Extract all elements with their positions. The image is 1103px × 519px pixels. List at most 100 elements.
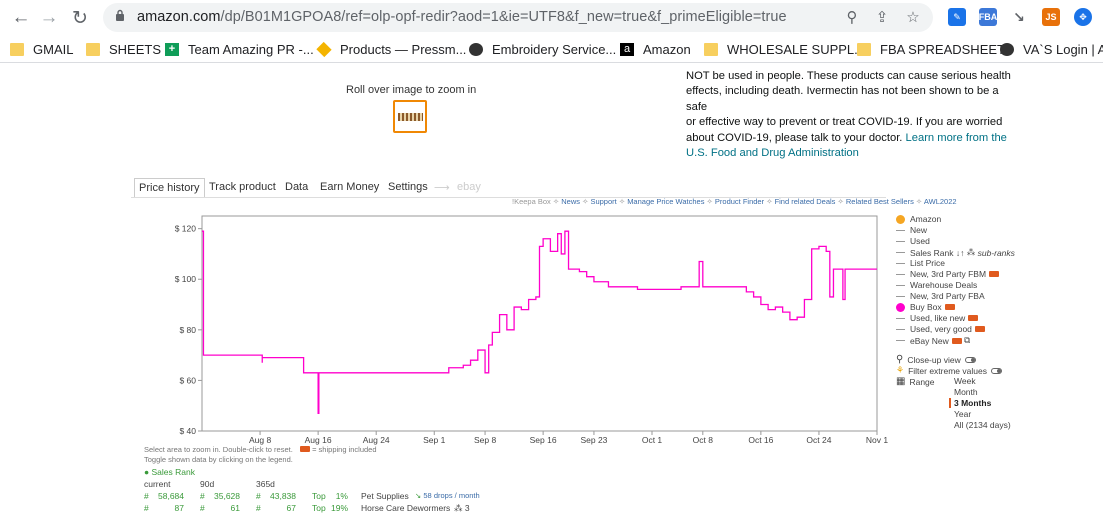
- keepa-box-link[interactable]: !Keepa Box: [512, 197, 551, 206]
- legend-ebay-new[interactable]: eBay New ⧉: [896, 335, 970, 346]
- x-tick-label: Sep 8: [474, 435, 496, 445]
- rank-365d: 67: [286, 503, 296, 513]
- legend-3p-fbm[interactable]: New, 3rd Party FBM: [896, 269, 1000, 279]
- related-deals-link[interactable]: Find related Deals: [775, 197, 836, 206]
- magnifier-icon: ⚲: [896, 354, 904, 365]
- legend-used-very-good[interactable]: Used, very good: [896, 324, 985, 334]
- sub-ranks-label[interactable]: sub-ranks: [978, 248, 1015, 258]
- product-thumbnail[interactable]: [393, 100, 427, 133]
- extension-arrow-icon[interactable]: ↘: [1010, 8, 1028, 26]
- share-icon[interactable]: ⇪: [873, 8, 891, 26]
- legend-sales-rank[interactable]: Sales Rank ↓↑ ⁂ sub-ranks: [896, 247, 1015, 258]
- truck-icon: [989, 271, 1000, 277]
- y-tick-label: $ 80: [179, 325, 196, 335]
- url-domain: amazon.com: [137, 9, 221, 25]
- tab-data[interactable]: Data: [285, 181, 308, 193]
- tab-settings[interactable]: Settings: [388, 181, 428, 193]
- toggle-footnote: Toggle shown data by clicking on the leg…: [144, 455, 293, 464]
- bookmark-label: VA`S Login | AW: [1023, 41, 1103, 57]
- bookmark-label: FBA SPREADSHEET: [880, 41, 1005, 57]
- best-sellers-link[interactable]: Related Best Sellers: [846, 197, 914, 206]
- legend-amazon[interactable]: Amazon: [896, 214, 941, 224]
- legend-used-like-new[interactable]: Used, like new: [896, 313, 979, 323]
- lock-icon: [116, 9, 124, 21]
- legend-label: eBay New: [910, 335, 949, 346]
- sales-rank-title[interactable]: ● Sales Rank: [144, 467, 195, 477]
- legend-label: Sales Rank: [910, 247, 954, 258]
- toggle-icon[interactable]: [990, 367, 1002, 374]
- bookmark-wholesale[interactable]: WHOLESALE SUPPL...: [704, 40, 865, 58]
- bookmark-products[interactable]: Products — Pressm...: [316, 40, 466, 58]
- bookmark-fba-spreadsheet[interactable]: FBA SPREADSHEET: [857, 40, 1005, 58]
- warning-line: NOT be used in people. These products ca…: [686, 70, 1011, 82]
- bookmark-label: Team Amazing PR -...: [188, 41, 314, 57]
- dash-icon: [896, 328, 905, 330]
- range-3-months[interactable]: 3 Months: [949, 398, 991, 408]
- toggle-icon[interactable]: [964, 356, 976, 363]
- bookmark-sheets[interactable]: SHEETS: [86, 40, 161, 58]
- forward-arrow-icon[interactable]: →: [37, 6, 61, 30]
- rank-current: 58,684: [158, 491, 184, 501]
- reload-icon[interactable]: ↻: [68, 6, 92, 30]
- fda-link[interactable]: U.S. Food and Drug Administration: [686, 147, 859, 159]
- x-tick-label: Oct 24: [806, 435, 831, 445]
- diamond-icon: [316, 41, 332, 57]
- tab-track-product[interactable]: Track product: [209, 181, 276, 193]
- tab-earn-money[interactable]: Earn Money: [320, 181, 379, 193]
- price-watches-link[interactable]: Manage Price Watches: [627, 197, 704, 206]
- closeup-view-toggle[interactable]: ⚲ Close-up view: [896, 354, 976, 365]
- dash-icon: [896, 240, 905, 242]
- bookmark-star-icon[interactable]: ☆: [904, 8, 922, 26]
- bookmark-embroidery[interactable]: Embroidery Service...: [469, 40, 616, 58]
- range-week[interactable]: Week: [954, 376, 976, 386]
- x-tick-label: Oct 8: [693, 435, 714, 445]
- x-tick-label: Aug 24: [363, 435, 390, 445]
- bookmark-team-amazing[interactable]: + Team Amazing PR -...: [165, 40, 314, 58]
- dash-icon: [896, 273, 905, 275]
- legend-3p-fba[interactable]: New, 3rd Party FBA: [896, 291, 985, 301]
- bookmark-label: SHEETS: [109, 41, 162, 57]
- legend-label: New: [910, 225, 928, 235]
- folder-icon: [86, 42, 100, 56]
- address-bar[interactable]: amazon.com/dp/B01M1GPOA8/ref=olp-opf-red…: [103, 3, 933, 32]
- legend-used[interactable]: Used: [896, 236, 930, 246]
- legend-list-price[interactable]: List Price: [896, 258, 945, 268]
- bookmark-amazon[interactable]: a Amazon: [620, 40, 691, 58]
- zoom-footnote: Select area to zoom in. Double-click to …: [144, 445, 377, 454]
- folder-icon: [857, 42, 871, 56]
- legend-buy-box[interactable]: Buy Box: [896, 302, 955, 312]
- browser-toolbar: ← → ↻ amazon.com/dp/B01M1GPOA8/ref=olp-o…: [0, 0, 1103, 35]
- awl-link[interactable]: AWL2022: [924, 197, 957, 206]
- x-tick-label: Oct 16: [748, 435, 773, 445]
- rank-category[interactable]: Horse Care Dewormers: [361, 503, 450, 513]
- range-year[interactable]: Year: [954, 409, 971, 419]
- legend-warehouse[interactable]: Warehouse Deals: [896, 280, 977, 290]
- learn-more-link[interactable]: Learn more from the: [906, 132, 1007, 144]
- back-arrow-icon[interactable]: ←: [9, 6, 33, 30]
- bookmark-va-login[interactable]: VA`S Login | AW: [1000, 40, 1103, 58]
- support-link[interactable]: Support: [590, 197, 616, 206]
- news-link[interactable]: News: [561, 197, 580, 206]
- rank-category[interactable]: Pet Supplies: [361, 491, 409, 501]
- extension-fba-icon[interactable]: FBA: [979, 8, 997, 26]
- zoom-hint: Roll over image to zoom in: [346, 84, 477, 96]
- product-finder-link[interactable]: Product Finder: [715, 197, 764, 206]
- rank-subcount: ⁂ 3: [454, 503, 470, 514]
- zoom-icon[interactable]: ⚲: [843, 8, 861, 26]
- amazon-dot-icon: [896, 214, 905, 224]
- legend-label: New, 3rd Party FBM: [910, 269, 987, 279]
- legend-new[interactable]: New: [896, 225, 927, 235]
- legend-label: Used, like new: [910, 313, 966, 323]
- bookmark-gmail[interactable]: GMAIL: [10, 40, 73, 58]
- filter-extreme-toggle[interactable]: ⚘ Filter extreme values: [896, 365, 1002, 376]
- range-month[interactable]: Month: [954, 387, 978, 397]
- tab-ebay[interactable]: ebay: [457, 181, 481, 193]
- tab-price-history[interactable]: Price history: [134, 178, 205, 198]
- legend-label: Warehouse Deals: [910, 280, 978, 290]
- x-tick-label: Sep 16: [530, 435, 557, 445]
- extension-blue-icon[interactable]: ✎: [948, 8, 966, 26]
- x-tick-label: Aug 16: [305, 435, 332, 445]
- range-all[interactable]: All (2134 days): [954, 420, 1011, 430]
- extension-js-icon[interactable]: JS: [1042, 8, 1060, 26]
- extension-globe-icon[interactable]: ✥: [1074, 8, 1092, 26]
